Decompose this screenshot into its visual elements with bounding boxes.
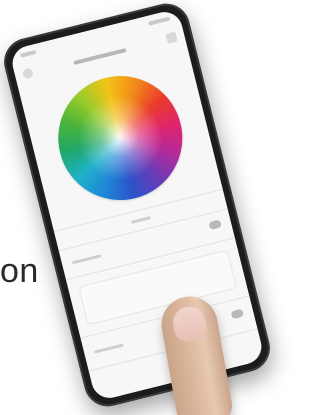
- color-wheel-container: [45, 62, 196, 214]
- brightness-indicator: [130, 216, 151, 224]
- setting-toggle[interactable]: [230, 308, 245, 320]
- menu-icon[interactable]: [165, 31, 178, 44]
- status-right-indicator: [148, 16, 171, 26]
- setting-label: [93, 343, 124, 354]
- status-left-indicator: [19, 49, 37, 58]
- back-icon[interactable]: [21, 67, 35, 80]
- fingernail: [170, 304, 209, 344]
- setting-toggle[interactable]: [208, 219, 222, 231]
- smartphone: [0, 0, 275, 412]
- header-title: [73, 48, 127, 66]
- setting-label: [71, 254, 102, 265]
- side-text: on: [0, 252, 39, 290]
- phone-screen: [8, 8, 266, 402]
- color-wheel[interactable]: [45, 62, 196, 214]
- scene: on: [0, 0, 293, 415]
